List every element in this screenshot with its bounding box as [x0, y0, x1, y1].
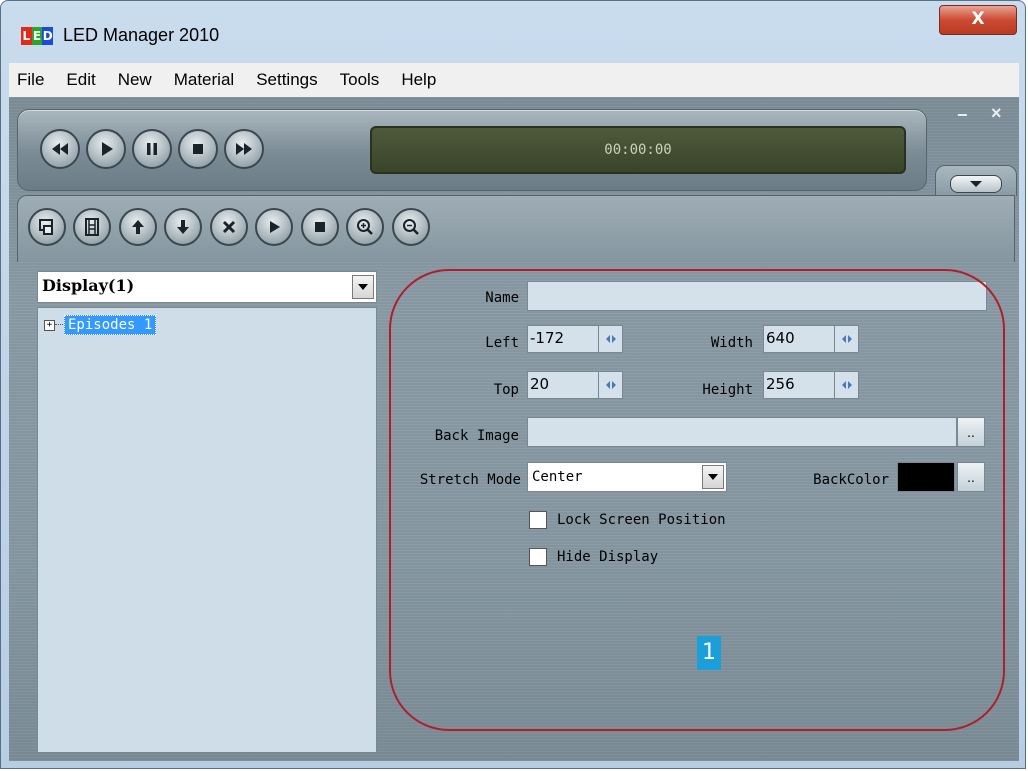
- backcolor-swatch[interactable]: [897, 462, 955, 492]
- height-field[interactable]: 256: [763, 371, 835, 399]
- display-tree: + Episodes 1: [37, 307, 377, 753]
- icon-letter-l: L: [21, 27, 32, 45]
- player-panel: 00:00:00: [17, 109, 927, 191]
- toolbar-delete-button[interactable]: [210, 208, 248, 246]
- width-spinner[interactable]: [835, 325, 859, 353]
- menu-bar: File Edit New Material Settings Tools He…: [9, 63, 1019, 98]
- stop-icon: [193, 144, 203, 154]
- toolbar-play-button[interactable]: [255, 208, 293, 246]
- backcolor-browse-button[interactable]: ..: [957, 462, 985, 492]
- toolbar-zoom-in-button[interactable]: [346, 208, 384, 246]
- height-label: Height: [702, 382, 753, 398]
- width-label: Width: [710, 335, 753, 351]
- display-selector-dropdown-button[interactable]: [352, 275, 374, 299]
- menu-file[interactable]: File: [9, 63, 55, 97]
- play-button[interactable]: [86, 129, 126, 169]
- menu-material[interactable]: Material: [163, 63, 245, 97]
- zoom-in-icon: [357, 219, 373, 235]
- spin-arrows-icon: [605, 381, 616, 389]
- top-spinner[interactable]: [599, 371, 623, 399]
- menu-settings[interactable]: Settings: [245, 63, 328, 97]
- spin-arrows-icon: [841, 335, 852, 343]
- toolbar-zoom-out-button[interactable]: [392, 208, 430, 246]
- menu-help[interactable]: Help: [390, 63, 447, 97]
- toolbar-move-down-button[interactable]: [164, 208, 202, 246]
- lock-screen-label: Lock Screen Position: [557, 512, 726, 528]
- zoom-out-icon: [403, 219, 419, 235]
- play-icon: [102, 142, 113, 156]
- toolbar-film-button[interactable]: [73, 208, 111, 246]
- app-window: L E D LED Manager 2010 X File Edit New M…: [0, 0, 1026, 769]
- toolbar-stop-button[interactable]: [301, 208, 339, 246]
- window-title: LED Manager 2010: [63, 25, 220, 45]
- spin-arrows-icon: [841, 381, 852, 389]
- stretch-mode-value: Center: [532, 469, 583, 485]
- height-spinner[interactable]: [835, 371, 859, 399]
- chevron-down-icon: [970, 181, 982, 187]
- delete-icon: [222, 220, 236, 234]
- chevron-down-icon: [358, 284, 368, 290]
- panel-close-button[interactable]: ×: [991, 103, 1002, 124]
- spin-arrows-icon: [605, 335, 616, 343]
- fast-forward-icon: [236, 143, 252, 155]
- backcolor-label: BackColor: [813, 472, 889, 488]
- panel-minimize-button[interactable]: −: [957, 105, 968, 126]
- tree-connector: [55, 324, 63, 325]
- name-label: Name: [485, 290, 519, 306]
- display-selector-value: Display(1): [42, 276, 135, 295]
- move-down-icon: [177, 220, 189, 234]
- back-image-field[interactable]: [527, 417, 957, 447]
- hide-display-label: Hide Display: [557, 549, 659, 565]
- toolbar-display-button[interactable]: [28, 208, 66, 246]
- time-display: 00:00:00: [370, 126, 906, 174]
- left-spinner[interactable]: [599, 325, 623, 353]
- toolbar-move-up-button[interactable]: [119, 208, 157, 246]
- hide-display-checkbox[interactable]: [529, 548, 547, 566]
- left-field[interactable]: -172: [527, 325, 599, 353]
- window-close-button[interactable]: X: [939, 5, 1017, 35]
- title-bar: L E D LED Manager 2010 X: [1, 1, 1025, 65]
- display-selector[interactable]: Display(1): [37, 271, 377, 303]
- stop-button[interactable]: [178, 129, 218, 169]
- top-field[interactable]: 20: [527, 371, 599, 399]
- width-field[interactable]: 640: [763, 325, 835, 353]
- tree-item-episodes[interactable]: Episodes 1: [64, 315, 157, 335]
- left-label: Left: [485, 335, 519, 351]
- name-field[interactable]: [527, 281, 987, 311]
- collapse-tab: [935, 165, 1017, 196]
- chevron-down-icon: [708, 474, 718, 480]
- stretch-mode-dropdown-button[interactable]: [702, 465, 724, 489]
- move-up-icon: [132, 220, 144, 234]
- display-tree-panel: Display(1) + Episodes 1: [37, 271, 377, 753]
- toolbar: [17, 195, 1015, 262]
- icon-letter-d: D: [42, 27, 54, 45]
- display-icon: [39, 219, 53, 235]
- top-label: Top: [493, 382, 519, 398]
- rewind-icon: [52, 143, 68, 155]
- play-icon: [270, 221, 280, 233]
- tree-expand-icon[interactable]: +: [44, 320, 55, 331]
- menu-tools[interactable]: Tools: [329, 63, 391, 97]
- pause-button[interactable]: [132, 129, 172, 169]
- icon-letter-e: E: [31, 27, 43, 45]
- stop-icon: [315, 222, 325, 232]
- menu-new[interactable]: New: [107, 63, 163, 97]
- back-image-browse-button[interactable]: ..: [957, 417, 985, 447]
- collapse-button[interactable]: [950, 175, 1002, 193]
- back-image-label: Back Image: [434, 428, 519, 444]
- rewind-button[interactable]: [40, 129, 80, 169]
- film-icon: [85, 218, 99, 236]
- annotation-callout-badge: 1: [697, 636, 721, 670]
- stretch-mode-label: Stretch Mode: [419, 472, 521, 488]
- fast-forward-button[interactable]: [224, 129, 264, 169]
- led-app-icon: L E D: [21, 27, 54, 45]
- stretch-mode-select[interactable]: Center: [527, 462, 727, 492]
- main-content: 00:00:00 − × Display(1) + Episodes 1 Nam…: [9, 97, 1019, 761]
- menu-edit[interactable]: Edit: [55, 63, 106, 97]
- lock-screen-checkbox[interactable]: [529, 511, 547, 529]
- pause-icon: [147, 143, 157, 155]
